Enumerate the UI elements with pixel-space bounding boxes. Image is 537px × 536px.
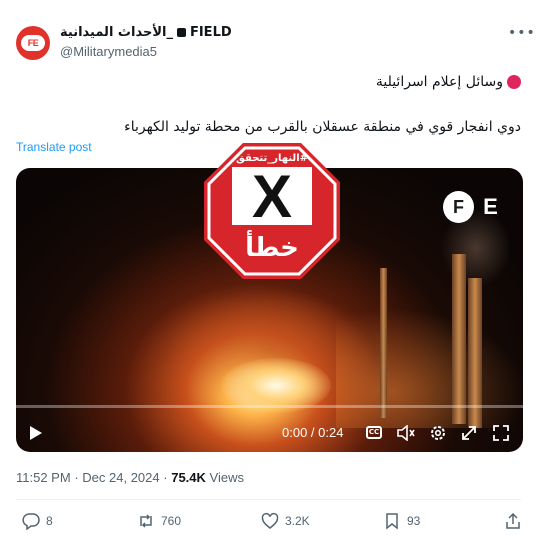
translate-post-link[interactable]: Translate post [16,140,92,154]
chimney-left [380,268,387,418]
repost-icon [140,514,152,528]
bookmark-count: 93 [407,514,421,528]
fact-check-stamp: X #النهار_تتحقق خطأ [202,141,342,281]
reply-count: 8 [46,514,53,528]
like-button[interactable]: 3.2K [261,512,310,530]
video-progress-bar[interactable] [16,405,523,408]
action-bar: 8 760 3.2K 93 [0,512,537,534]
fe-watermark-e: E [483,194,498,219]
fe-watermark-f: F [443,191,474,223]
author-handle[interactable]: @Militarymedia5 [60,44,157,59]
more-options-icon[interactable]: ••• [508,26,535,44]
heart-icon [261,512,279,529]
volume-icon[interactable] [397,418,415,451]
stamp-verdict: خطأ [245,233,299,263]
chimney-right-1 [452,254,466,424]
meta-separator: · [74,470,79,485]
views-count: 75.4K [171,470,206,485]
author-name-arabic: الأحداث الميدانية_ [60,25,173,40]
post-text-line-2: دوي انفجار قوي في منطقة عسقلان بالقرب من… [124,119,521,135]
fullscreen-icon[interactable] [492,418,510,452]
meta-separator-2: · [163,470,168,485]
avatar[interactable]: FE [16,26,50,60]
avatar-logo: FE [21,35,45,51]
post-date[interactable]: Dec 24, 2024 [82,470,159,485]
like-count: 3.2K [285,514,310,528]
post-line-1-text: وسائل إعلام اسرائيلية [375,74,503,90]
divider [16,499,521,500]
pip-icon[interactable] [460,418,478,452]
post-text-line-1: وسائل إعلام اسرائيلية [376,74,521,90]
fire-glow [336,308,523,428]
stamp-hashtag: #النهار_تتحقق [235,153,308,164]
repost-button[interactable]: 760 [137,512,181,530]
share-icon [506,512,520,529]
stamp-x-mark: X [252,163,292,230]
views-label: Views [209,470,244,485]
post-header: FE الأحداث الميدانية_ FIELD @Militarymed… [16,22,535,62]
reply-button[interactable]: 8 [22,512,53,530]
post-time[interactable]: 11:52 PM [16,470,71,485]
author-name[interactable]: الأحداث الميدانية_ FIELD [60,25,232,40]
reply-icon [22,513,40,530]
video-controls: 0:00 / 0:24 CC [16,418,523,448]
repost-count: 760 [161,514,182,528]
author-name-latin: FIELD [189,25,232,40]
fe-watermark: F E [443,190,505,224]
bookmark-button[interactable]: 93 [383,512,420,530]
verified-badge-icon [176,28,186,37]
red-circle-icon [507,75,521,89]
captions-icon[interactable]: CC [366,426,382,439]
bookmark-icon [386,513,398,530]
post-meta: 11:52 PM · Dec 24, 2024 · 75.4K Views [16,470,244,485]
share-button[interactable] [504,512,522,530]
video-time: 0:00 / 0:24 [282,425,344,440]
play-icon[interactable] [28,418,44,451]
gear-icon[interactable] [429,418,447,452]
